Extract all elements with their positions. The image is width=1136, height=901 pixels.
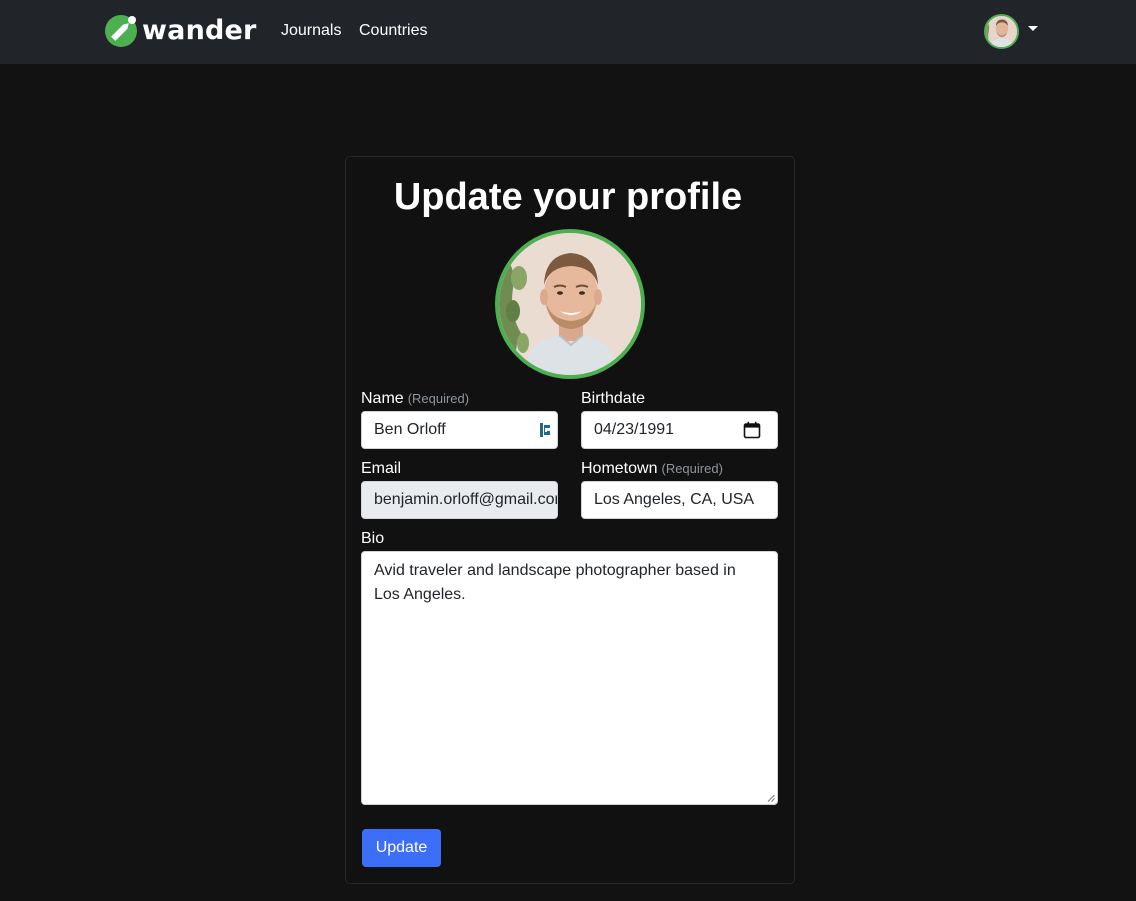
page-title: Update your profile (393, 176, 743, 218)
name-input[interactable]: Ben Orloff (361, 411, 558, 449)
birthdate-label: Birthdate (581, 390, 646, 407)
hometown-required-hint: (Required) (661, 461, 723, 476)
user-avatar (984, 14, 1019, 49)
email-field-value: benjamin.orloff@gmail.com (374, 491, 558, 508)
nav-link-journals[interactable]: Journals (281, 21, 341, 41)
bio-textarea[interactable]: Avid traveler and landscape photographer… (361, 551, 778, 805)
password-manager-icon[interactable] (540, 422, 552, 438)
update-button[interactable]: Update (362, 829, 441, 867)
name-label: Name (Required) (361, 389, 469, 409)
name-input-value: Ben Orloff (374, 421, 446, 438)
birthdate-input-value: 04/23/1991 (594, 421, 675, 438)
resize-handle-icon[interactable] (767, 794, 775, 802)
name-required-hint: (Required) (407, 391, 470, 406)
user-menu-toggle[interactable] (984, 14, 1038, 49)
navbar: wander Journals Countries (0, 0, 1136, 64)
bio-textarea-value: Avid traveler and landscape photographer… (374, 562, 736, 603)
hometown-label-text: Hometown (581, 460, 658, 477)
brand-logo[interactable]: wander (105, 14, 257, 48)
pencil-icon (105, 15, 137, 47)
email-label: Email (361, 460, 402, 477)
profile-photo[interactable] (495, 229, 645, 379)
bio-label: Bio (361, 530, 385, 547)
caret-down-icon (1028, 26, 1038, 31)
name-label-text: Name (361, 390, 404, 407)
hometown-input-value: Los Angeles, CA, USA (594, 491, 755, 508)
brand-name: wander (142, 15, 257, 46)
email-field[interactable]: benjamin.orloff@gmail.com (361, 481, 558, 519)
nav-link-countries[interactable]: Countries (359, 21, 427, 41)
hometown-label: Hometown (Required) (581, 459, 723, 479)
calendar-icon[interactable] (743, 421, 761, 439)
birthdate-input[interactable]: 04/23/1991 (581, 411, 778, 449)
hometown-input[interactable]: Los Angeles, CA, USA (581, 481, 778, 519)
